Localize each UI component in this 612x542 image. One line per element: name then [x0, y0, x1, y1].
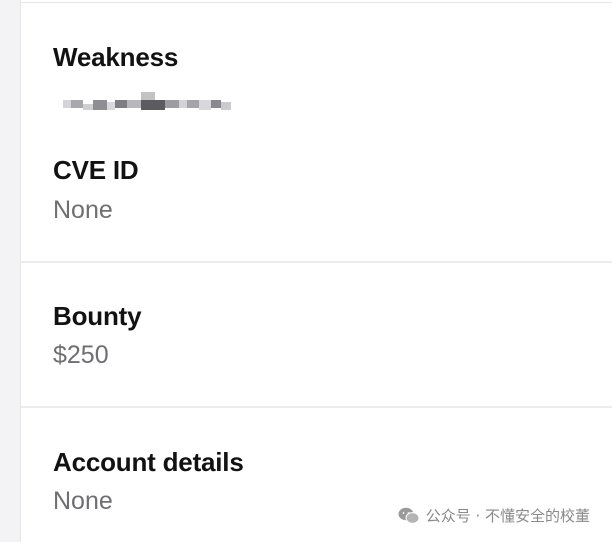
weakness-label: Weakness — [53, 42, 179, 72]
account-details-label: Account details — [53, 447, 244, 477]
left-gutter — [0, 0, 20, 542]
section-divider — [21, 261, 612, 263]
cve-id-value: None — [53, 196, 113, 224]
report-details-panel: Weakness CVE ID None Bounty $250 Account… — [20, 0, 612, 542]
bounty-label: Bounty — [53, 301, 142, 331]
wechat-icon — [398, 507, 420, 524]
section-divider — [21, 406, 612, 408]
top-divider — [21, 2, 612, 3]
bounty-value: $250 — [53, 341, 109, 369]
cve-id-label: CVE ID — [53, 155, 139, 185]
redacted-weakness-value — [63, 92, 231, 110]
watermark: 公众号 · 不懂安全的校董 — [398, 505, 590, 526]
account-details-value: None — [53, 487, 113, 515]
watermark-text: 公众号 · 不懂安全的校董 — [425, 507, 590, 525]
